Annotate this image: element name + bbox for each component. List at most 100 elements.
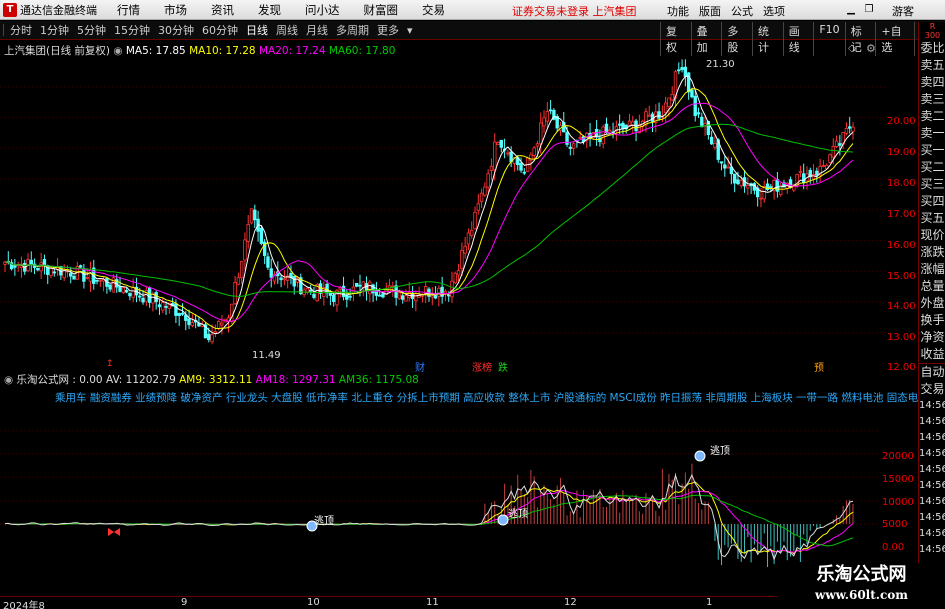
x-label-oct: 10: [307, 597, 320, 608]
candle-body: [486, 173, 490, 188]
candle-body: [762, 186, 766, 200]
rp-time-2: 14:56: [919, 416, 945, 427]
chevron-down-icon[interactable]: ▾: [405, 24, 415, 37]
period-daily[interactable]: 日线: [244, 22, 270, 38]
menu-xuanxiang[interactable]: 选项: [763, 3, 785, 19]
x-label-dec: 12: [564, 597, 577, 608]
period-15min[interactable]: 15分钟: [112, 22, 152, 38]
candle-body: [95, 279, 99, 282]
rp-weibi: 委比: [920, 41, 945, 55]
menu-shichang[interactable]: 市场: [164, 2, 187, 18]
period-1min[interactable]: 1分钟: [38, 22, 71, 38]
rp-time-1: 14:56: [919, 400, 945, 411]
candle-body: [463, 245, 467, 254]
candle-body: [397, 292, 402, 300]
candle-body: [769, 186, 773, 188]
candle-body: [726, 166, 730, 169]
candle-body: [627, 120, 632, 126]
period-fenshi[interactable]: 分时: [8, 22, 34, 38]
rp-time-8: 14:56: [919, 512, 945, 523]
candle-body: [174, 303, 178, 316]
candle-body: [657, 111, 661, 119]
candle-body: [443, 290, 448, 294]
candle-body: [138, 295, 142, 298]
rp-sell4: 卖四: [920, 75, 945, 89]
menu-jiaoyi[interactable]: 交易: [422, 2, 445, 18]
restore-icon[interactable]: ❐: [862, 3, 876, 17]
candle-body: [535, 143, 540, 147]
ind-tick-15000: 15000: [882, 474, 914, 485]
menu-wenxiaoda[interactable]: 问小达: [305, 2, 340, 18]
candle-body: [187, 318, 191, 326]
guest-user[interactable]: 游客: [892, 3, 914, 19]
app-window: T 通达信金融终端 行情 市场 资讯 发现 问小达 财富圈 交易 证券交易未登录…: [0, 0, 945, 609]
period-more[interactable]: 更多: [375, 22, 401, 38]
rp-300: 300: [924, 31, 941, 40]
minimize-icon[interactable]: ▁: [844, 3, 858, 17]
rp-buy5: 买五: [920, 211, 945, 225]
period-monthly[interactable]: 月线: [304, 22, 330, 38]
period-weekly[interactable]: 周线: [274, 22, 300, 38]
candle-body: [233, 281, 237, 305]
candle-body: [450, 280, 454, 298]
candle-body: [690, 89, 694, 98]
watermark-url: www.60lt.com: [815, 588, 908, 602]
candle-body: [604, 123, 609, 133]
kline-chart[interactable]: [0, 40, 918, 368]
price-tick-16: 16.00: [887, 240, 916, 251]
price-tick-15: 15.00: [887, 271, 916, 282]
menu-banmian[interactable]: 版面: [699, 3, 721, 19]
candle-body: [828, 154, 832, 163]
period-60min[interactable]: 60分钟: [200, 22, 240, 38]
menu-gongshi[interactable]: 公式: [731, 3, 753, 19]
candle-body: [289, 273, 293, 278]
candle-body: [147, 287, 152, 303]
candle-body: [128, 292, 132, 297]
rp-trade[interactable]: 交易: [919, 381, 945, 398]
rp-time-6: 14:56: [919, 480, 945, 491]
candle-body: [713, 142, 717, 148]
rp-buy1: 买一: [920, 143, 945, 157]
candle-body: [338, 287, 342, 290]
candle-body: [798, 171, 803, 173]
candle-body: [118, 286, 122, 292]
candle-body: [680, 67, 684, 70]
candle-body: [548, 109, 553, 112]
candle-body: [308, 289, 313, 292]
rp-auto[interactable]: 自动: [919, 363, 945, 381]
x-label-jan: 1: [706, 597, 713, 608]
period-multi[interactable]: 多周期: [334, 22, 371, 38]
candle-body: [180, 312, 185, 315]
candle-body: [177, 313, 181, 316]
candle-body: [696, 112, 701, 115]
candle-body: [479, 192, 484, 202]
menu-zixun[interactable]: 资讯: [211, 2, 234, 18]
candle-body: [631, 121, 635, 126]
candle-body: [683, 66, 688, 77]
menu-caifuquan[interactable]: 财富圈: [364, 2, 399, 18]
rp-time-9: 14:56: [919, 528, 945, 539]
candle-body: [345, 294, 349, 300]
divider: [3, 24, 4, 36]
candle-body: [496, 142, 500, 145]
candle-body: [348, 295, 352, 298]
candle-body: [381, 293, 385, 298]
candle-body: [430, 295, 434, 298]
candle-body: [460, 249, 464, 269]
high-price-label: 21.30: [706, 59, 735, 70]
menu-faxian[interactable]: 发现: [258, 2, 281, 18]
candle-body: [519, 162, 523, 171]
period-30min[interactable]: 30分钟: [156, 22, 196, 38]
candle-body: [354, 282, 359, 287]
candle-body: [571, 143, 576, 149]
menu-gongneng[interactable]: 功能: [667, 3, 689, 19]
candle-body: [608, 129, 612, 132]
rp-price: 现价: [920, 228, 945, 242]
period-5min[interactable]: 5分钟: [75, 22, 108, 38]
candle-body: [13, 265, 17, 268]
menu-hangqing[interactable]: 行情: [117, 2, 140, 18]
rp-sell1: 卖一: [920, 126, 945, 140]
candle-body: [851, 126, 855, 132]
candle-body: [647, 114, 651, 117]
candle-body: [190, 322, 195, 326]
